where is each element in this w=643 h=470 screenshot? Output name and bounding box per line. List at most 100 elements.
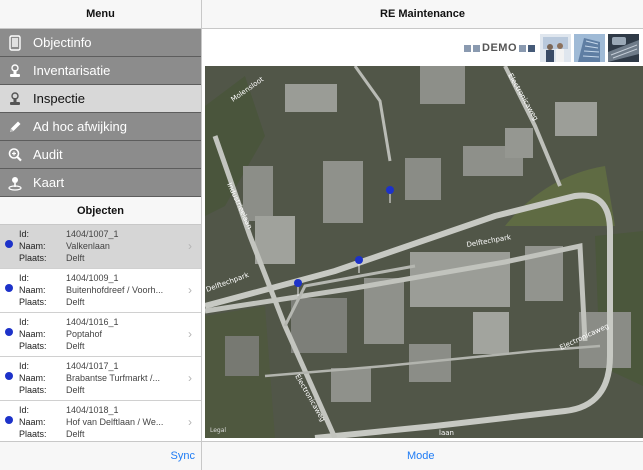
object-naam: Hof van Delftlaan / We... [66, 417, 164, 427]
building [291, 298, 347, 353]
stamp-icon [7, 91, 23, 107]
menu-item-inspectie[interactable]: Inspectie [0, 85, 201, 113]
object-marker-icon [5, 284, 13, 292]
detail-navbar: RE Maintenance [202, 0, 643, 29]
keyboard-photo [608, 34, 639, 62]
page-title: RE Maintenance [380, 8, 465, 20]
office-building-photo [574, 34, 605, 62]
plaats-label: Plaats: [19, 297, 47, 307]
menu-item-label: Ad hoc afwijking [33, 119, 127, 134]
left-toolbar: Sync [0, 441, 201, 470]
object-id: 1404/1018_1 [66, 405, 119, 415]
object-marker-icon [5, 328, 13, 336]
logo-square-icon [464, 44, 471, 52]
street-label: laan [439, 429, 454, 437]
plaats-label: Plaats: [19, 341, 47, 351]
menu-item-inventarisatie[interactable]: Inventarisatie [0, 57, 201, 85]
list-item[interactable]: Id: 1404/1018_1 Naam: Hof van Delftlaan / … [0, 401, 201, 445]
list-item[interactable]: Id: 1404/1017_1 Naam: Brabantse Turfmarkt … [0, 357, 201, 401]
tablet-icon [7, 34, 23, 51]
object-plaats: Delft [66, 385, 85, 395]
building [285, 84, 337, 112]
building [255, 216, 295, 264]
list-item[interactable]: Id: 1404/1007_1 Naam: Valkenlaan Plaats: De… [0, 225, 201, 269]
list-item[interactable]: Id: 1404/1016_1 Naam: Poptahof Plaats: Delf… [0, 313, 201, 357]
building [473, 312, 509, 354]
object-marker-icon [5, 416, 13, 424]
object-marker-icon [5, 372, 13, 380]
object-naam: Buitenhofdreef / Voorh... [66, 285, 164, 295]
object-naam: Brabantse Turfmarkt /... [66, 373, 161, 383]
building [555, 102, 597, 136]
master-panel: Menu Objectinfo Inventarisatie Inspectie… [0, 0, 202, 470]
id-label: Id: [19, 317, 30, 327]
logo-square-icon [519, 44, 526, 52]
menu-item-label: Kaart [33, 175, 65, 190]
id-label: Id: [19, 361, 30, 371]
object-plaats: Delft [66, 341, 85, 351]
object-plaats: Delft [66, 253, 85, 263]
detail-panel: RE Maintenance DEMO Molensloot Industrie… [202, 0, 643, 470]
object-naam: Valkenlaan [66, 241, 110, 251]
naam-label: Naam: [19, 329, 46, 339]
building [505, 128, 533, 158]
naam-label: Naam: [19, 373, 46, 383]
menu-item-label: Audit [33, 147, 63, 162]
building [225, 336, 259, 376]
menu-item-kaart[interactable]: Kaart [0, 169, 201, 197]
naam-label: Naam: [19, 241, 46, 251]
satellite-map: Molensloot Industrieelaan Delftechpark E… [205, 66, 643, 438]
building [405, 158, 441, 200]
demo-logo: DEMO [464, 42, 535, 54]
object-naam: Poptahof [66, 329, 103, 339]
detail-toolbar: Mode [202, 441, 643, 470]
object-list: Id: 1404/1007_1 Naam: Valkenlaan Plaats: De… [0, 225, 201, 445]
map-view[interactable]: Molensloot Industrieelaan Delftechpark E… [205, 66, 643, 438]
logo-text: DEMO [482, 42, 517, 54]
stamp-icon [7, 63, 23, 79]
map-pin-icon [7, 175, 23, 191]
object-marker-icon [5, 240, 13, 248]
plaats-label: Plaats: [19, 429, 47, 439]
pencil-icon [7, 119, 23, 135]
menu-navbar: Menu [0, 0, 201, 29]
menu-item-label: Objectinfo [33, 35, 92, 50]
chevron-right-icon: › [188, 239, 192, 253]
id-label: Id: [19, 405, 30, 415]
menu-item-ad-hoc-afwijking[interactable]: Ad hoc afwijking [0, 113, 201, 141]
menu-item-audit[interactable]: Audit [0, 141, 201, 169]
naam-label: Naam: [19, 285, 46, 295]
object-plaats: Delft [66, 297, 85, 307]
object-id: 1404/1007_1 [66, 229, 119, 239]
menu-list: Objectinfo Inventarisatie Inspectie Ad h… [0, 29, 201, 197]
object-id: 1404/1016_1 [66, 317, 119, 327]
id-label: Id: [19, 229, 30, 239]
objects-title: Objecten [76, 204, 125, 217]
logo-square-icon [528, 44, 535, 52]
chevron-right-icon: › [188, 371, 192, 385]
building [331, 368, 371, 402]
chevron-right-icon: › [188, 415, 192, 429]
id-label: Id: [19, 273, 30, 283]
plaats-label: Plaats: [19, 253, 47, 263]
building [410, 252, 510, 307]
object-plaats: Delft [66, 429, 85, 439]
menu-title: Menu [86, 8, 115, 20]
brand-bar: DEMO [202, 29, 643, 67]
menu-item-label: Inspectie [33, 91, 86, 106]
legal-link[interactable]: Legal [210, 427, 226, 434]
chevron-right-icon: › [188, 283, 192, 297]
building [323, 161, 363, 223]
business-people-photo [540, 34, 571, 62]
naam-label: Naam: [19, 417, 46, 427]
sync-button[interactable]: Sync [171, 450, 195, 462]
objects-header: Objecten [0, 197, 201, 225]
building [420, 66, 465, 104]
menu-item-objectinfo[interactable]: Objectinfo [0, 29, 201, 57]
logo-square-icon [473, 44, 480, 52]
menu-item-label: Inventarisatie [33, 63, 111, 78]
chevron-right-icon: › [188, 327, 192, 341]
mode-button[interactable]: Mode [407, 450, 435, 462]
plaats-label: Plaats: [19, 385, 47, 395]
list-item[interactable]: Id: 1404/1009_1 Naam: Buitenhofdreef / Voo… [0, 269, 201, 313]
